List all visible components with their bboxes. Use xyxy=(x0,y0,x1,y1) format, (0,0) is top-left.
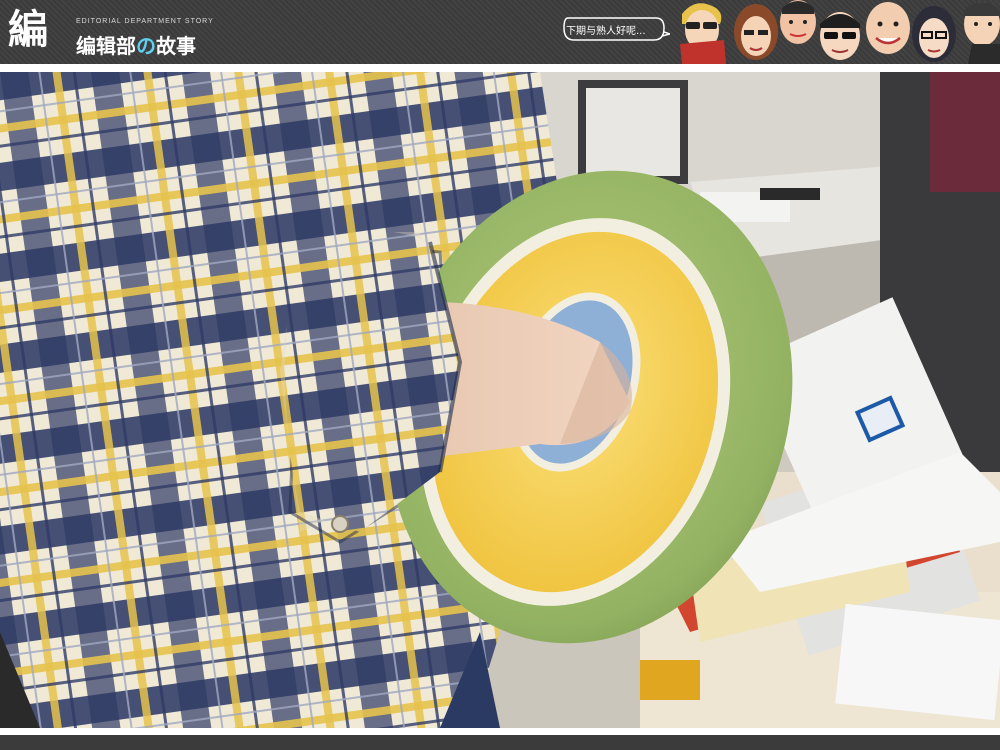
cartoon-face-5-icon xyxy=(866,2,910,54)
cartoon-face-2-icon xyxy=(734,4,778,60)
cartoon-face-7-icon xyxy=(964,2,1000,64)
footer-separator xyxy=(0,728,1000,735)
logo-subtitle: EDITORIAL DEPARTMENT STORY xyxy=(76,18,214,25)
cartoon-face-4-icon xyxy=(820,12,860,60)
site-footer-bar xyxy=(0,735,1000,750)
header-separator xyxy=(0,64,1000,72)
cartoon-faces xyxy=(680,0,1000,64)
photo xyxy=(0,72,1000,728)
logo-title-part1: 编辑部 xyxy=(76,34,136,58)
bubble-text: 下期与熟人好呢... xyxy=(566,26,646,37)
logo-title-part2: 故事 xyxy=(156,34,196,58)
cartoon-face-6-icon xyxy=(912,6,956,62)
logo-title-no: の xyxy=(136,34,156,58)
logo-title: 编辑部の故事 xyxy=(76,30,196,59)
logo-mark: 編 xyxy=(8,7,48,53)
site-header: 編 EDITORIAL DEPARTMENT STORY 编辑部の故事 下期与熟… xyxy=(0,0,1000,64)
cartoon-face-3-icon xyxy=(780,0,816,44)
cartoon-face-1-icon xyxy=(680,3,726,64)
